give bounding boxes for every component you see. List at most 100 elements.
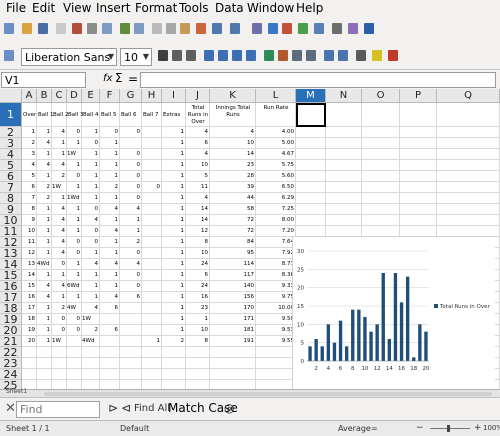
table-cell[interactable]: 1 [67, 259, 81, 270]
decimal-add-icon[interactable] [292, 50, 302, 61]
table-cell[interactable]: 140 [210, 281, 255, 292]
export-pdf-icon[interactable] [72, 23, 82, 34]
table-cell[interactable]: 1 [162, 248, 185, 259]
table-cell[interactable]: 8.36 [256, 270, 294, 281]
table-cell[interactable]: 10 [210, 138, 254, 149]
table-cell[interactable]: 4 [52, 127, 66, 138]
percent-format-icon[interactable] [278, 50, 288, 61]
table-cell[interactable]: 2 [52, 171, 66, 182]
menu-insert[interactable]: Insert [96, 1, 130, 15]
currency-format-icon[interactable] [264, 50, 274, 61]
table-cell[interactable]: 5.00 [256, 138, 294, 149]
table-cell[interactable]: 0 [142, 182, 161, 193]
menu-tools[interactable]: Tools [179, 1, 209, 15]
column-header-h[interactable]: H [142, 89, 162, 103]
table-cell[interactable]: 1 [37, 270, 51, 281]
table-cell[interactable]: 8 [186, 336, 209, 347]
row-header-21[interactable]: 21 [0, 336, 22, 347]
table-cell[interactable]: 1 [67, 138, 81, 149]
table-cell[interactable]: 1 [162, 149, 185, 160]
column-header-m[interactable]: M [296, 89, 326, 103]
row-header-4[interactable]: 4 [0, 149, 22, 160]
table-cell[interactable]: 1 [52, 149, 66, 160]
table-cell[interactable]: 4 [37, 160, 51, 171]
table-cell[interactable]: 1W [52, 336, 65, 347]
copy-icon[interactable] [166, 23, 176, 34]
table-cell[interactable]: 1 [162, 127, 185, 138]
close-icon[interactable]: ✕ [5, 401, 16, 416]
table-cell[interactable]: 14 [22, 270, 35, 281]
table-cell[interactable]: 4 [186, 149, 209, 160]
table-cell[interactable]: 6 [100, 303, 119, 314]
table-cell[interactable]: 16 [186, 292, 208, 303]
undo-icon[interactable] [212, 23, 222, 34]
table-cell[interactable]: 156 [210, 292, 255, 303]
table-cell[interactable]: 117 [210, 270, 255, 281]
column-header-c[interactable]: C [52, 89, 67, 103]
table-cell[interactable]: 4W [67, 303, 80, 314]
table-cell[interactable]: 9.50 [256, 314, 294, 325]
row-header-12[interactable]: 12 [0, 237, 22, 248]
font-size-select[interactable]: 10 ▼ [120, 48, 152, 66]
find-previous-icon[interactable]: ⊲ [121, 401, 131, 415]
align-left-icon[interactable] [204, 50, 214, 61]
zoom-in-icon[interactable]: + [474, 423, 482, 433]
table-cell[interactable]: 1 [37, 215, 51, 226]
column-header-k[interactable]: K [210, 89, 256, 103]
table-cell[interactable]: 1 [37, 226, 51, 237]
table-cell[interactable]: 0 [82, 237, 99, 248]
table-cell[interactable]: 19 [22, 325, 35, 336]
table-cell[interactable]: 0 [67, 314, 81, 325]
menu-window[interactable]: Window [247, 1, 294, 15]
help-icon[interactable] [364, 23, 374, 34]
table-cell[interactable]: 15 [22, 281, 35, 292]
autospell-icon[interactable] [134, 23, 144, 34]
table-cell[interactable]: 7.20 [256, 226, 294, 237]
table-cell[interactable]: 28 [210, 171, 254, 182]
chart-icon[interactable] [298, 23, 308, 34]
spellcheck-icon[interactable] [120, 23, 130, 34]
table-cell[interactable]: 1 [67, 204, 81, 215]
table-cell[interactable]: 1 [67, 182, 81, 193]
align-right-icon[interactable] [232, 50, 242, 61]
table-cell[interactable]: 5.60 [256, 171, 294, 182]
menu-format[interactable]: Format [135, 1, 177, 15]
table-cell[interactable]: 1 [162, 303, 185, 314]
table-cell[interactable]: 0 [82, 138, 99, 149]
print-preview-icon[interactable] [102, 23, 112, 34]
table-cell[interactable]: 10 [186, 160, 208, 171]
table-cell[interactable]: 6 [186, 138, 209, 149]
table-cell[interactable]: 14 [186, 215, 208, 226]
table-cell[interactable]: 1 [82, 149, 99, 160]
table-cell[interactable]: 2 [52, 303, 66, 314]
table-cell[interactable]: 4 [100, 204, 119, 215]
table-cell[interactable]: 8.77 [256, 259, 294, 270]
table-cell[interactable]: 1 [52, 193, 66, 204]
table-cell[interactable]: 1 [82, 127, 99, 138]
table-cell[interactable]: 9.55 [256, 336, 294, 347]
table-cell[interactable]: 171 [210, 314, 255, 325]
table-cell[interactable]: 0 [52, 259, 66, 270]
table-cell[interactable]: 1 [162, 226, 185, 237]
draw-functions-icon[interactable] [314, 23, 324, 34]
indent-decrease-icon[interactable] [324, 50, 334, 61]
table-cell[interactable]: 6Wd [67, 281, 80, 292]
table-cell[interactable]: 0 [67, 127, 81, 138]
table-cell[interactable]: 1 [162, 215, 185, 226]
table-cell[interactable]: 0 [120, 281, 141, 292]
row-header-5[interactable]: 5 [0, 160, 22, 171]
menu-file[interactable]: File [6, 1, 26, 15]
font-color-icon[interactable] [388, 50, 398, 61]
table-cell[interactable]: 23 [210, 160, 254, 171]
table-cell[interactable]: 4 [52, 248, 66, 259]
table-cell[interactable]: 0 [120, 248, 141, 259]
table-cell[interactable]: 17 [22, 303, 35, 314]
table-cell[interactable]: 1W [67, 149, 80, 160]
table-cell[interactable]: 9.33 [256, 281, 294, 292]
table-cell[interactable]: 8 [186, 237, 209, 248]
table-cell[interactable]: 4 [52, 237, 66, 248]
table-cell[interactable]: 1 [37, 127, 51, 138]
clone-formatting-icon[interactable] [196, 23, 206, 34]
table-cell[interactable]: 5 [22, 171, 36, 182]
table-cell[interactable]: 10.00 [256, 303, 294, 314]
